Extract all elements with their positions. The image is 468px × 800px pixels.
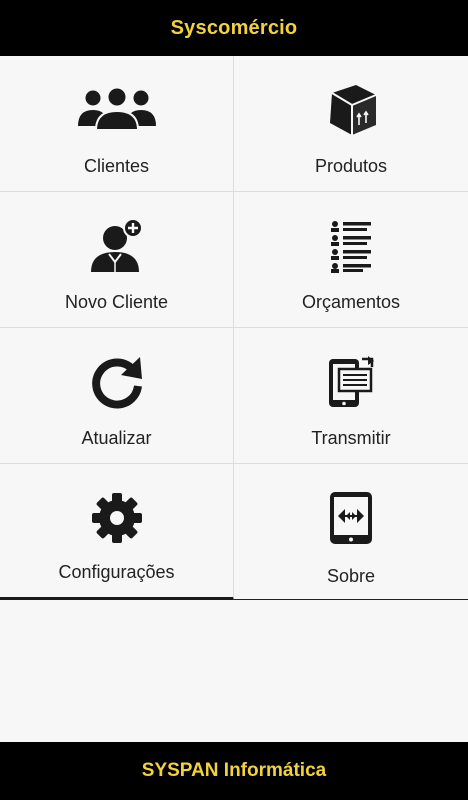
menu-label-configuracoes: Configurações xyxy=(58,562,175,582)
menu-tile-produtos[interactable]: Produtos xyxy=(234,56,468,192)
menu-label-clientes: Clientes xyxy=(83,156,150,176)
menu-tile-atualizar[interactable]: Atualizar xyxy=(0,328,234,464)
menu-label-transmitir: Transmitir xyxy=(311,428,391,448)
app-header: Syscomércio xyxy=(0,0,468,56)
add-client-icon xyxy=(75,216,159,276)
about-tablet-icon xyxy=(309,488,393,548)
clients-icon xyxy=(75,80,159,140)
main-menu-grid: Clientes Produtos Novo Cliente Orçamento… xyxy=(0,56,468,600)
menu-tile-novo-cliente[interactable]: Novo Cliente xyxy=(0,192,234,328)
product-box-icon xyxy=(309,80,393,140)
menu-tile-orcamentos[interactable]: Orçamentos xyxy=(234,192,468,328)
menu-tile-transmitir[interactable]: Transmitir xyxy=(234,328,468,464)
menu-label-sobre: Sobre xyxy=(326,566,376,586)
refresh-icon xyxy=(75,352,159,412)
footer-company-name: SYSPAN Informática xyxy=(141,760,327,781)
gear-icon xyxy=(75,488,159,548)
transmit-tablet-icon xyxy=(309,352,393,412)
menu-tile-configuracoes[interactable]: Configurações xyxy=(0,464,234,600)
menu-label-atualizar: Atualizar xyxy=(81,428,152,448)
menu-tile-clientes[interactable]: Clientes xyxy=(0,56,234,192)
app-footer: SYSPAN Informática xyxy=(0,742,468,800)
menu-tile-sobre[interactable]: Sobre xyxy=(234,464,468,600)
menu-label-produtos: Produtos xyxy=(314,156,388,176)
menu-label-novo-cliente: Novo Cliente xyxy=(64,292,169,312)
quotes-list-icon xyxy=(309,216,393,276)
app-title: Syscomércio xyxy=(170,16,298,39)
menu-label-orcamentos: Orçamentos xyxy=(301,292,401,312)
